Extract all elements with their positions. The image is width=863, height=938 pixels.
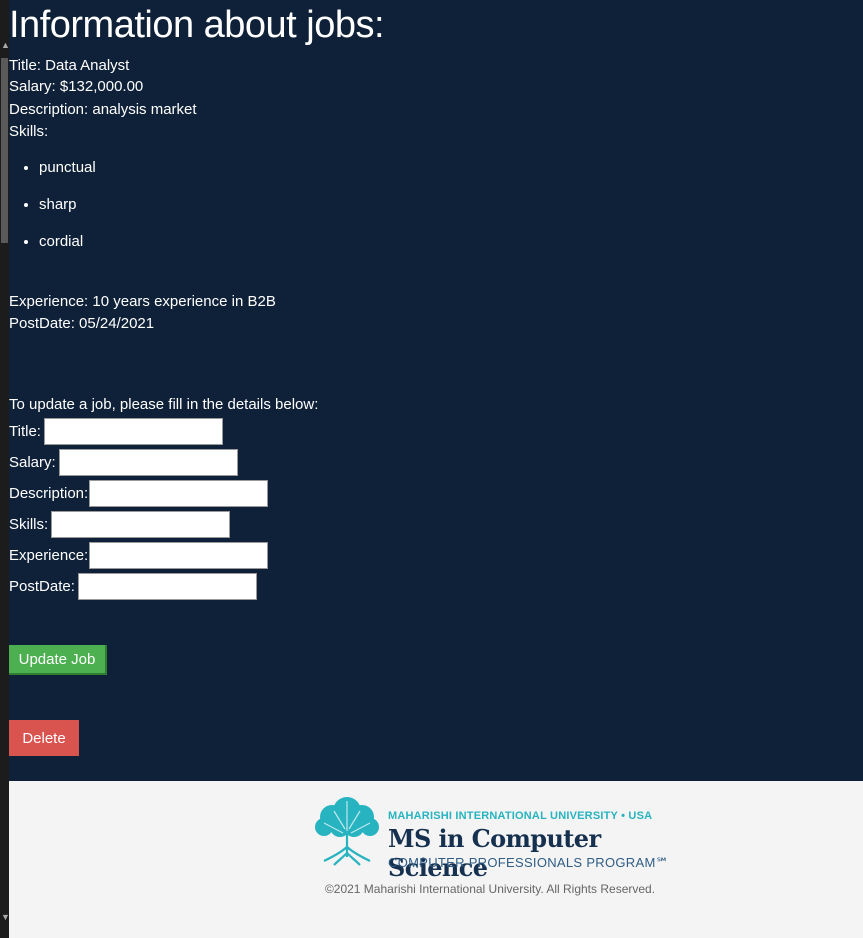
skills-label: Skills: (9, 516, 49, 533)
update-form-intro: To update a job, please fill in the deta… (9, 396, 319, 413)
update-job-button[interactable]: Update Job (9, 645, 107, 675)
scroll-down-icon[interactable]: ▼ (1, 912, 10, 922)
skill-item: punctual (39, 157, 96, 194)
job-salary-line: Salary: $132,000.00 (9, 78, 144, 95)
delete-button[interactable]: Delete (9, 720, 79, 756)
program-title: MS in Computer Science (388, 824, 601, 882)
salary-input[interactable] (58, 449, 238, 476)
scroll-up-icon[interactable]: ▲ (1, 40, 10, 50)
skills-list: punctual sharp cordial (9, 157, 96, 268)
program-logo: MAHARISHI INTERNATIONAL UNIVERSITY • USA… (310, 791, 670, 882)
university-name: MAHARISHI INTERNATIONAL UNIVERSITY • USA (388, 810, 653, 822)
footer: MAHARISHI INTERNATIONAL UNIVERSITY • USA… (9, 781, 863, 938)
job-postdate-line: PostDate: 05/24/2021 (9, 315, 155, 332)
salary-row: Salary: (9, 447, 238, 478)
tree-icon (315, 797, 379, 866)
job-details-section: Information about jobs: Title: Data Anal… (9, 0, 863, 781)
description-label: Description: (9, 485, 89, 502)
skill-item: sharp (39, 194, 96, 231)
job-skills-label: Skills: (9, 123, 49, 140)
title-input[interactable] (43, 418, 223, 445)
skills-row: Skills: (9, 509, 231, 540)
description-row: Description: (9, 478, 269, 509)
program-subtitle: COMPUTER PROFESSIONALS PROGRAM℠ (388, 855, 670, 870)
title-label: Title: (9, 423, 41, 440)
salary-label: Salary: (9, 454, 56, 471)
skill-item: cordial (39, 231, 96, 268)
experience-row: Experience: (9, 540, 269, 571)
scrollbar-thumb[interactable] (1, 58, 8, 243)
postdate-input[interactable] (77, 573, 257, 600)
job-description-line: Description: analysis market (9, 101, 197, 118)
experience-label: Experience: (9, 547, 89, 564)
postdate-label: PostDate: (9, 578, 75, 595)
job-experience-line: Experience: 10 years experience in B2B (9, 293, 276, 310)
job-title-line: Title: Data Analyst (9, 57, 130, 74)
browser-scrollbar[interactable]: ▲ ▼ (0, 0, 10, 938)
page-title: Information about jobs: (9, 4, 385, 46)
skills-input[interactable] (51, 511, 231, 538)
postdate-row: PostDate: (9, 571, 257, 602)
description-input[interactable] (89, 480, 269, 507)
copyright-text: ©2021 Maharishi International University… (324, 882, 656, 896)
experience-input[interactable] (89, 542, 269, 569)
title-row: Title: (9, 416, 223, 447)
